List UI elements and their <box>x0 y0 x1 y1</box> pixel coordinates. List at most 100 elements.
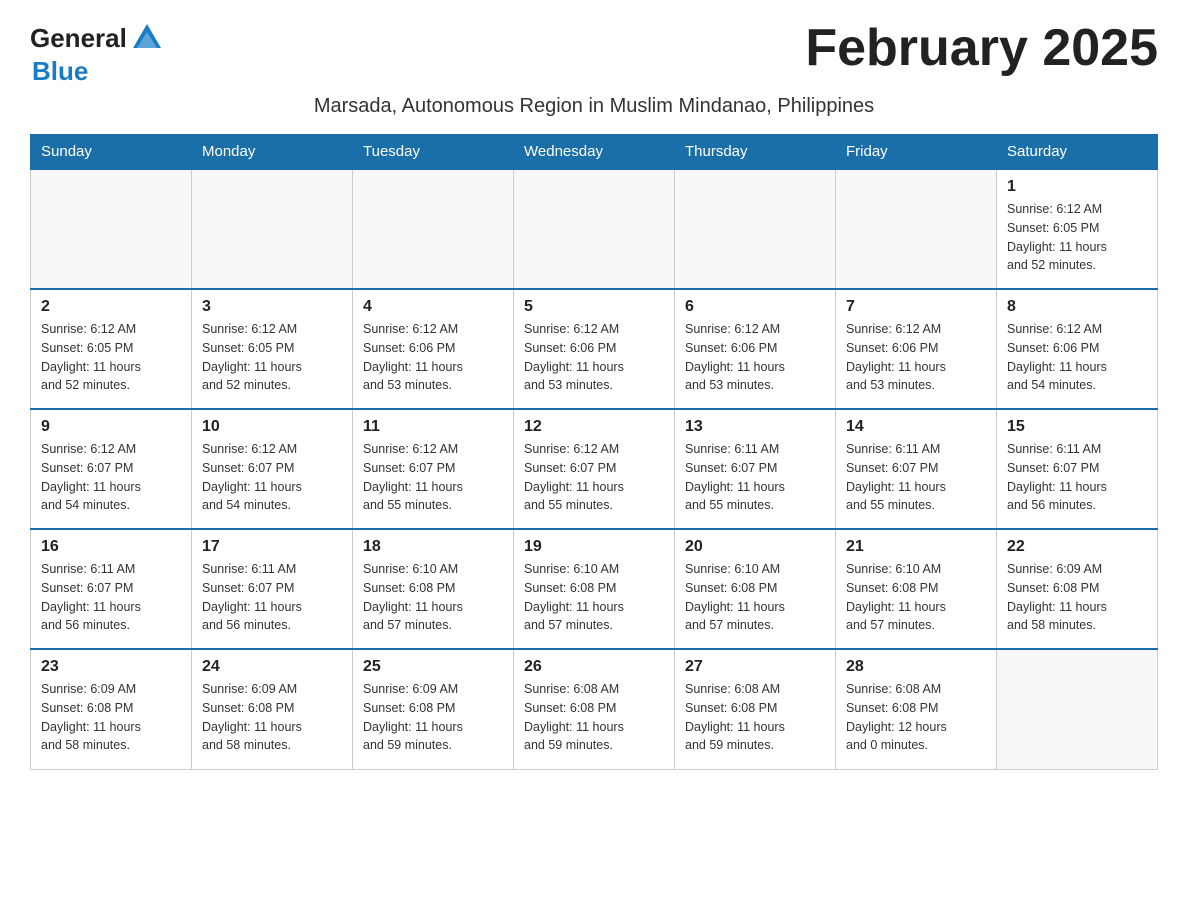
day-info: Sunrise: 6:10 AM Sunset: 6:08 PM Dayligh… <box>363 560 503 635</box>
day-number: 18 <box>363 538 503 556</box>
day-number: 13 <box>685 418 825 436</box>
calendar-cell <box>353 169 514 289</box>
weekday-header-tuesday: Tuesday <box>353 135 514 170</box>
day-number: 25 <box>363 658 503 676</box>
day-number: 7 <box>846 298 986 316</box>
day-number: 16 <box>41 538 181 556</box>
weekday-header-monday: Monday <box>192 135 353 170</box>
calendar-week-1: 1 Sunrise: 6:12 AM Sunset: 6:05 PM Daylig… <box>31 169 1158 289</box>
calendar-cell: 3Sunrise: 6:12 AM Sunset: 6:05 PM Daylig… <box>192 289 353 409</box>
calendar-cell: 8 Sunrise: 6:12 AM Sunset: 6:06 PM Daylig… <box>997 289 1158 409</box>
calendar-cell <box>675 169 836 289</box>
day-info: Sunrise: 6:12 AM Sunset: 6:06 PM Dayligh… <box>685 320 825 395</box>
day-number: 9 <box>41 418 181 436</box>
calendar-cell <box>997 649 1158 769</box>
day-number: 22 <box>1007 538 1147 556</box>
day-info: Sunrise: 6:10 AM Sunset: 6:08 PM Dayligh… <box>685 560 825 635</box>
calendar-table: SundayMondayTuesdayWednesdayThursdayFrid… <box>30 134 1158 770</box>
day-info: Sunrise: 6:12 AM Sunset: 6:06 PM Dayligh… <box>846 320 986 395</box>
day-number: 14 <box>846 418 986 436</box>
calendar-cell <box>836 169 997 289</box>
title-block: February 2025 <box>805 20 1158 77</box>
calendar-cell: 20Sunrise: 6:10 AM Sunset: 6:08 PM Dayli… <box>675 529 836 649</box>
logo-blue-text: Blue <box>32 56 88 87</box>
day-info: Sunrise: 6:12 AM Sunset: 6:07 PM Dayligh… <box>363 440 503 515</box>
calendar-week-4: 16 Sunrise: 6:11 AM Sunset: 6:07 PM Dayli… <box>31 529 1158 649</box>
day-info: Sunrise: 6:11 AM Sunset: 6:07 PM Dayligh… <box>685 440 825 515</box>
day-info: Sunrise: 6:10 AM Sunset: 6:08 PM Dayligh… <box>524 560 664 635</box>
day-number: 15 <box>1007 418 1147 436</box>
calendar-cell: 25 Sunrise: 6:09 AM Sunset: 6:08 PM Dayli… <box>353 649 514 769</box>
calendar-cell <box>192 169 353 289</box>
calendar-cell: 27 Sunrise: 6:08 AM Sunset: 6:08 PM Dayli… <box>675 649 836 769</box>
logo: General Blue <box>30 20 165 87</box>
calendar-cell: 17 Sunrise: 6:11 AM Sunset: 6:07 PM Dayli… <box>192 529 353 649</box>
day-number: 17 <box>202 538 342 556</box>
day-info: Sunrise: 6:09 AM Sunset: 6:08 PM Dayligh… <box>41 680 181 755</box>
day-info: Sunrise: 6:12 AM Sunset: 6:07 PM Dayligh… <box>41 440 181 515</box>
weekday-header-sunday: Sunday <box>31 135 192 170</box>
day-number: 27 <box>685 658 825 676</box>
calendar-week-2: 2Sunrise: 6:12 AM Sunset: 6:05 PM Daylig… <box>31 289 1158 409</box>
calendar-cell: 16 Sunrise: 6:11 AM Sunset: 6:07 PM Dayli… <box>31 529 192 649</box>
calendar-cell: 4 Sunrise: 6:12 AM Sunset: 6:06 PM Daylig… <box>353 289 514 409</box>
weekday-header-saturday: Saturday <box>997 135 1158 170</box>
calendar-cell: 9 Sunrise: 6:12 AM Sunset: 6:07 PM Daylig… <box>31 409 192 529</box>
calendar-cell: 11Sunrise: 6:12 AM Sunset: 6:07 PM Dayli… <box>353 409 514 529</box>
day-info: Sunrise: 6:08 AM Sunset: 6:08 PM Dayligh… <box>685 680 825 755</box>
calendar-cell: 21Sunrise: 6:10 AM Sunset: 6:08 PM Dayli… <box>836 529 997 649</box>
day-info: Sunrise: 6:12 AM Sunset: 6:07 PM Dayligh… <box>524 440 664 515</box>
day-number: 8 <box>1007 298 1147 316</box>
calendar-cell: 19Sunrise: 6:10 AM Sunset: 6:08 PM Dayli… <box>514 529 675 649</box>
calendar-cell: 12 Sunrise: 6:12 AM Sunset: 6:07 PM Dayli… <box>514 409 675 529</box>
calendar-week-5: 23 Sunrise: 6:09 AM Sunset: 6:08 PM Dayli… <box>31 649 1158 769</box>
day-info: Sunrise: 6:09 AM Sunset: 6:08 PM Dayligh… <box>1007 560 1147 635</box>
calendar-cell: 2Sunrise: 6:12 AM Sunset: 6:05 PM Daylig… <box>31 289 192 409</box>
day-info: Sunrise: 6:12 AM Sunset: 6:06 PM Dayligh… <box>363 320 503 395</box>
day-info: Sunrise: 6:11 AM Sunset: 6:07 PM Dayligh… <box>846 440 986 515</box>
day-info: Sunrise: 6:12 AM Sunset: 6:06 PM Dayligh… <box>524 320 664 395</box>
calendar-cell: 7 Sunrise: 6:12 AM Sunset: 6:06 PM Daylig… <box>836 289 997 409</box>
logo-general-text: General <box>30 23 127 54</box>
day-number: 6 <box>685 298 825 316</box>
day-info: Sunrise: 6:12 AM Sunset: 6:05 PM Dayligh… <box>202 320 342 395</box>
day-number: 1 <box>1007 178 1147 196</box>
calendar-cell: 14 Sunrise: 6:11 AM Sunset: 6:07 PM Dayli… <box>836 409 997 529</box>
calendar-cell: 6 Sunrise: 6:12 AM Sunset: 6:06 PM Daylig… <box>675 289 836 409</box>
weekday-header-thursday: Thursday <box>675 135 836 170</box>
day-info: Sunrise: 6:09 AM Sunset: 6:08 PM Dayligh… <box>202 680 342 755</box>
calendar-cell: 26Sunrise: 6:08 AM Sunset: 6:08 PM Dayli… <box>514 649 675 769</box>
day-info: Sunrise: 6:08 AM Sunset: 6:08 PM Dayligh… <box>846 680 986 755</box>
day-number: 12 <box>524 418 664 436</box>
day-info: Sunrise: 6:12 AM Sunset: 6:06 PM Dayligh… <box>1007 320 1147 395</box>
calendar-cell: 23 Sunrise: 6:09 AM Sunset: 6:08 PM Dayli… <box>31 649 192 769</box>
day-info: Sunrise: 6:10 AM Sunset: 6:08 PM Dayligh… <box>846 560 986 635</box>
calendar-cell <box>31 169 192 289</box>
day-info: Sunrise: 6:12 AM Sunset: 6:07 PM Dayligh… <box>202 440 342 515</box>
day-number: 24 <box>202 658 342 676</box>
calendar-cell: 10 Sunrise: 6:12 AM Sunset: 6:07 PM Dayli… <box>192 409 353 529</box>
weekday-header-wednesday: Wednesday <box>514 135 675 170</box>
calendar-week-3: 9 Sunrise: 6:12 AM Sunset: 6:07 PM Daylig… <box>31 409 1158 529</box>
day-info: Sunrise: 6:11 AM Sunset: 6:07 PM Dayligh… <box>202 560 342 635</box>
calendar-cell: 28 Sunrise: 6:08 AM Sunset: 6:08 PM Dayli… <box>836 649 997 769</box>
day-number: 10 <box>202 418 342 436</box>
day-number: 5 <box>524 298 664 316</box>
location-subtitle: Marsada, Autonomous Region in Muslim Min… <box>30 95 1158 118</box>
calendar-header-row: SundayMondayTuesdayWednesdayThursdayFrid… <box>31 135 1158 170</box>
calendar-cell: 22 Sunrise: 6:09 AM Sunset: 6:08 PM Dayli… <box>997 529 1158 649</box>
day-info: Sunrise: 6:11 AM Sunset: 6:07 PM Dayligh… <box>1007 440 1147 515</box>
day-info: Sunrise: 6:12 AM Sunset: 6:05 PM Dayligh… <box>41 320 181 395</box>
day-info: Sunrise: 6:11 AM Sunset: 6:07 PM Dayligh… <box>41 560 181 635</box>
day-info: Sunrise: 6:12 AM Sunset: 6:05 PM Dayligh… <box>1007 200 1147 275</box>
day-number: 28 <box>846 658 986 676</box>
month-title: February 2025 <box>805 20 1158 77</box>
calendar-cell: 5 Sunrise: 6:12 AM Sunset: 6:06 PM Daylig… <box>514 289 675 409</box>
day-number: 4 <box>363 298 503 316</box>
calendar-cell <box>514 169 675 289</box>
weekday-header-friday: Friday <box>836 135 997 170</box>
day-number: 26 <box>524 658 664 676</box>
day-number: 23 <box>41 658 181 676</box>
calendar-cell: 24 Sunrise: 6:09 AM Sunset: 6:08 PM Dayli… <box>192 649 353 769</box>
day-info: Sunrise: 6:09 AM Sunset: 6:08 PM Dayligh… <box>363 680 503 755</box>
